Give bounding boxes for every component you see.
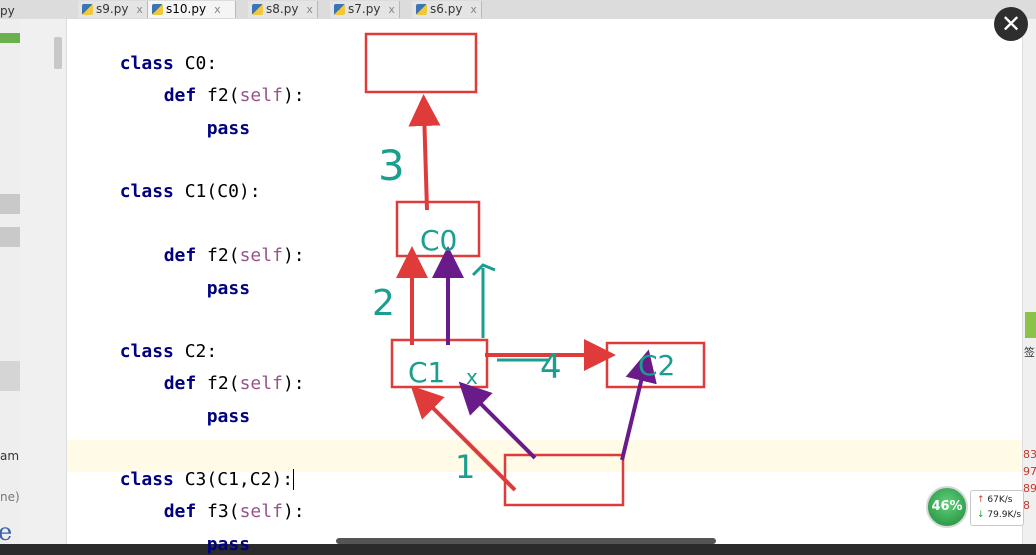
cpu-usage-badge[interactable]: 46%: [926, 486, 968, 528]
box-bottom: [503, 453, 625, 507]
label-step-2: 2: [372, 283, 395, 324]
label-c2: C2: [638, 349, 675, 382]
annotation-overlay: C0 C1 x C2 3 2 4 1: [364, 32, 706, 507]
arrow-c0-to-top: [408, 94, 441, 211]
label-step-3: 3: [378, 141, 405, 190]
download-speed: ↓ 79.9K/s: [977, 510, 1022, 520]
upload-speed: ↑ 67K/s: [977, 495, 1013, 505]
label-step-1: 1: [455, 448, 475, 486]
download-arrow-icon: ↓: [977, 510, 985, 520]
upload-arrow-icon: ↑: [977, 495, 985, 505]
close-button[interactable]: ✕: [994, 7, 1028, 41]
label-c0: C0: [420, 224, 457, 257]
box-top: [364, 32, 478, 94]
label-c1: C1: [408, 356, 445, 389]
network-speed-panel: ↑ 67K/s ↓ 79.9K/s: [970, 490, 1024, 526]
purple-arrow-bottom-to-c1: [458, 381, 537, 460]
network-monitor-widget[interactable]: 46% ↑ 67K/s ↓ 79.9K/s: [926, 486, 1024, 528]
horizontal-scrollbar[interactable]: [336, 538, 716, 544]
label-x: x: [466, 365, 478, 389]
teal-arrow-up: [471, 263, 496, 338]
label-step-4: 4: [540, 347, 562, 387]
